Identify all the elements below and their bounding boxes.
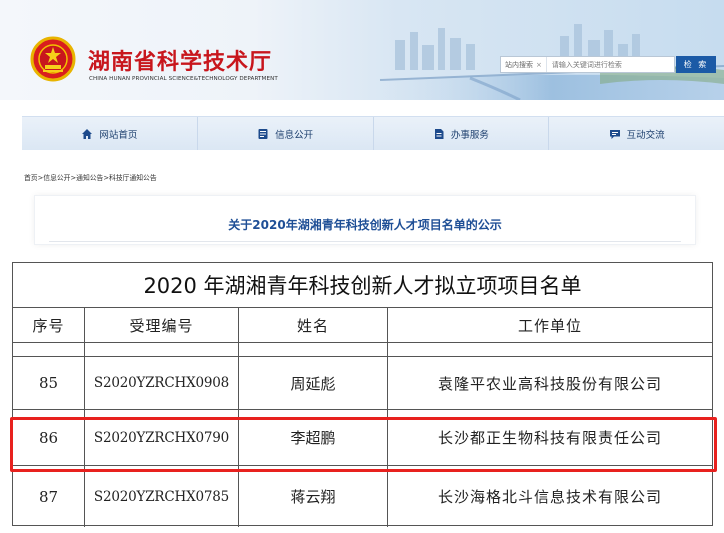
file-service-icon [434, 128, 444, 139]
article-card: 关于2020年湖湘青年科技创新人才项目名单的公示 [34, 195, 696, 245]
nav-item-services[interactable]: 办事服务 [374, 117, 550, 150]
column-header: 姓名 [239, 308, 388, 342]
search-input[interactable] [546, 57, 652, 72]
nav-item-interaction[interactable]: 互动交流 [549, 117, 724, 150]
nav-item-home[interactable]: 网站首页 [22, 117, 198, 150]
site-header: 湖南省科学技术厅 CHINA HUNAN PROVINCIAL SCIENCE&… [0, 0, 724, 100]
breadcrumb[interactable]: 首页>信息公开>通知公告>科技厅通知公告 [24, 172, 157, 182]
table-cell [388, 343, 712, 356]
table-row: 86 S2020YZRCHX0790 李超鹏 长沙都正生物科技有限责任公司 [13, 410, 712, 466]
table-cell [239, 343, 388, 356]
table-cell-no: 86 [13, 410, 85, 465]
nav-item-label: 互动交流 [626, 129, 665, 141]
document-table-image: 2020 年湖湘青年科技创新人才拟立项项目名单 序号 受理编号 姓名 工作单位 … [12, 262, 713, 527]
column-header: 工作单位 [517, 316, 582, 335]
table-cell-code: S2020YZRCHX0790 [85, 410, 239, 465]
nav-item-info-public[interactable]: 信息公开 [198, 117, 374, 150]
search-button[interactable]: 检 索 [676, 56, 716, 73]
table-row: 85 S2020YZRCHX0908 周延彪 袁隆平农业高科技股份有限公司 [13, 357, 712, 410]
divider [49, 241, 681, 242]
document-title: 2020 年湖湘青年科技创新人才拟立项项目名单 [13, 263, 712, 308]
search-scope-select[interactable]: 站内搜索 × [501, 57, 547, 72]
nav-item-label: 办事服务 [450, 129, 489, 141]
table-gap-row [13, 343, 712, 357]
table-cell-name: 李超鹏 [239, 410, 388, 465]
column-header: 受理编号 [85, 308, 239, 342]
article-title: 关于2020年湖湘青年科技创新人才项目名单的公示 [228, 218, 502, 232]
table-cell-code: S2020YZRCHX0908 [85, 357, 239, 409]
site-title[interactable]: 湖南省科学技术厅 [88, 44, 272, 76]
search-box: 站内搜索 × [500, 56, 675, 73]
table-cell [85, 343, 239, 356]
main-nav: 网站首页 信息公开 办事服务 互动交流 [22, 116, 724, 150]
site-subtitle: CHINA HUNAN PROVINCIAL SCIENCE&TECHNOLOG… [89, 76, 278, 82]
table-header-row: 序号 受理编号 姓名 工作单位 [13, 308, 712, 343]
table-cell-no: 87 [13, 466, 85, 527]
table-row: 87 S2020YZRCHX0785 蒋云翔 长沙海格北斗信息技术有限公司 [13, 466, 712, 527]
close-icon[interactable]: × [536, 61, 542, 69]
table-cell-name: 蒋云翔 [239, 466, 388, 527]
national-emblem-icon [30, 36, 76, 82]
search-scope-label: 站内搜索 [505, 60, 533, 69]
table-cell-unit: 袁隆平农业高科技股份有限公司 [437, 374, 662, 393]
table-cell-unit: 长沙都正生物科技有限责任公司 [437, 429, 662, 447]
chat-icon [609, 129, 620, 139]
table-cell-name: 周延彪 [239, 357, 388, 409]
table-cell [13, 343, 85, 356]
home-icon [82, 128, 93, 139]
table-cell-code: S2020YZRCHX0785 [85, 466, 239, 527]
nav-item-label: 信息公开 [275, 129, 314, 141]
table-cell-no: 85 [13, 357, 85, 409]
table-cell-unit: 长沙海格北斗信息技术有限公司 [437, 488, 662, 506]
column-header: 序号 [13, 308, 85, 342]
nav-item-label: 网站首页 [99, 129, 138, 141]
document-list-icon [258, 128, 268, 139]
